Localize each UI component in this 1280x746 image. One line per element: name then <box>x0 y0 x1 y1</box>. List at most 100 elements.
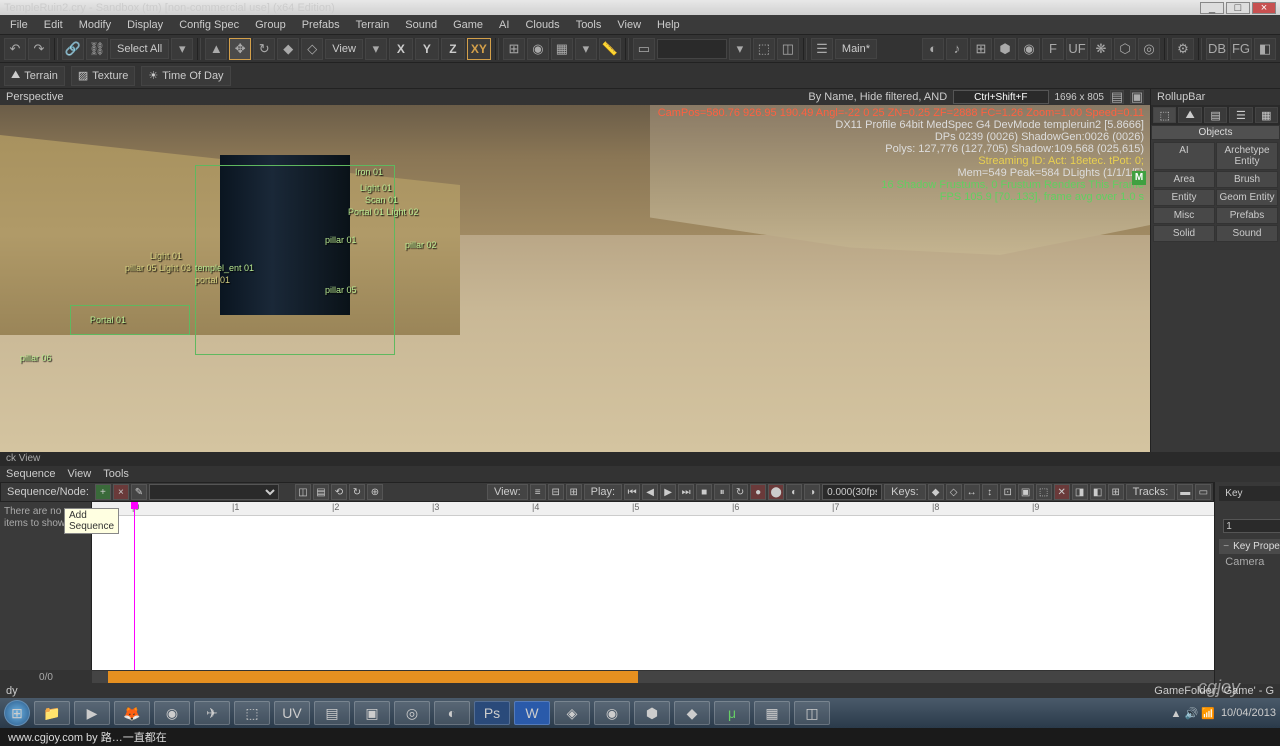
rollup-tab-5[interactable]: ▦ <box>1255 107 1278 123</box>
dropdown-icon[interactable]: ▾ <box>171 38 193 60</box>
tv-t2-icon[interactable]: ▤ <box>313 484 329 500</box>
tv-k11-icon[interactable]: ⊞ <box>1108 484 1124 500</box>
rollup-btn-misc[interactable]: Misc <box>1153 207 1215 224</box>
tool-6-icon[interactable]: ❋ <box>1090 38 1112 60</box>
ruler-icon[interactable]: 📏 <box>599 38 621 60</box>
axis-y[interactable]: Y <box>415 38 439 60</box>
axis-z[interactable]: Z <box>441 38 465 60</box>
tv-pause-icon[interactable]: ⏸ <box>714 484 730 500</box>
vp-opt2-icon[interactable]: ▣ <box>1130 90 1144 104</box>
link-icon[interactable]: 🔗 <box>62 38 84 60</box>
snap-angle-icon[interactable]: ◉ <box>527 38 549 60</box>
tv-tree[interactable]: There are no items to show. Add Sequence <box>0 502 92 670</box>
layers-icon[interactable]: ☰ <box>811 38 833 60</box>
tv-prev-icon[interactable]: ◀ <box>642 484 658 500</box>
firefox-icon[interactable]: 🦊 <box>114 701 150 725</box>
app-1-icon[interactable]: ◉ <box>154 701 190 725</box>
tv-tr1-icon[interactable]: ▬ <box>1177 484 1193 500</box>
snap-grid-icon[interactable]: ⊞ <box>503 38 525 60</box>
menu-sound[interactable]: Sound <box>397 17 445 33</box>
tod-button[interactable]: ☀Time Of Day <box>141 66 230 86</box>
app-5-icon[interactable]: ▤ <box>314 701 350 725</box>
tv-menu-tools[interactable]: Tools <box>103 468 129 480</box>
tool-1-icon[interactable]: ◐ <box>922 38 944 60</box>
tool-9-icon[interactable]: ⚙ <box>1172 38 1194 60</box>
axis-x[interactable]: X <box>389 38 413 60</box>
redo-icon[interactable]: ↷ <box>28 38 50 60</box>
time-input-1[interactable] <box>1223 519 1280 533</box>
select-all-button[interactable]: Select All <box>110 39 169 59</box>
tv-scrollbar[interactable] <box>92 671 1214 683</box>
app-4-icon[interactable]: UV <box>274 701 310 725</box>
tv-tr2-icon[interactable]: ▭ <box>1195 484 1211 500</box>
app-8-icon[interactable]: ◉ <box>594 701 630 725</box>
tv-add-seq-icon[interactable]: + <box>95 484 111 500</box>
ai-icon[interactable]: ◫ <box>777 38 799 60</box>
word-icon[interactable]: W <box>514 701 550 725</box>
tv-seq-select[interactable] <box>149 484 279 500</box>
key-props-header[interactable]: Key Properties <box>1219 539 1280 554</box>
app-10-icon[interactable]: ◆ <box>674 701 710 725</box>
tv-k8-icon[interactable]: ✕ <box>1054 484 1070 500</box>
rollup-btn-geom[interactable]: Geom Entity <box>1216 189 1278 206</box>
tv-next-icon[interactable]: ⏭ <box>678 484 694 500</box>
tv-v1-icon[interactable]: ≡ <box>530 484 546 500</box>
tv-v2-icon[interactable]: ⊟ <box>548 484 564 500</box>
tv-menu-view[interactable]: View <box>68 468 92 480</box>
undo-icon[interactable]: ↶ <box>4 38 26 60</box>
chrome-icon[interactable]: ◎ <box>394 701 430 725</box>
tv-k4-icon[interactable]: ↕ <box>982 484 998 500</box>
menu-group[interactable]: Group <box>247 17 294 33</box>
app-11-icon[interactable]: ▦ <box>754 701 790 725</box>
menu-edit[interactable]: Edit <box>36 17 71 33</box>
rollup-tab-3[interactable]: ▤ <box>1204 107 1227 123</box>
unity-icon[interactable]: ◈ <box>554 701 590 725</box>
terrain-button[interactable]: ⛰Terrain <box>4 66 65 86</box>
menu-game[interactable]: Game <box>445 17 491 33</box>
tv-b2-icon[interactable]: ◑ <box>804 484 820 500</box>
rollup-btn-area[interactable]: Area <box>1153 171 1215 188</box>
menu-modify[interactable]: Modify <box>71 17 119 33</box>
menu-prefabs[interactable]: Prefabs <box>294 17 348 33</box>
menu-terrain[interactable]: Terrain <box>348 17 398 33</box>
tv-t3-icon[interactable]: ⟲ <box>331 484 347 500</box>
tv-rec-icon[interactable]: ● <box>750 484 766 500</box>
app-3-icon[interactable]: ⬚ <box>234 701 270 725</box>
rollup-btn-solid[interactable]: Solid <box>1153 225 1215 242</box>
rollup-btn-entity[interactable]: Entity <box>1153 189 1215 206</box>
tv-timeline[interactable]: |0 |1 |2 |3 |4 |5 |6 |7 |8 |9 <box>92 502 1214 670</box>
physics-icon[interactable]: ⬚ <box>753 38 775 60</box>
tv-stop-icon[interactable]: ■ <box>696 484 712 500</box>
app-7-icon[interactable]: ◐ <box>434 701 470 725</box>
tv-t4-icon[interactable]: ↻ <box>349 484 365 500</box>
system-tray[interactable]: ▲ 🔊 📶 10/04/2013 <box>1171 707 1276 720</box>
menu-display[interactable]: Display <box>119 17 171 33</box>
tv-k6-icon[interactable]: ▣ <box>1018 484 1034 500</box>
rollup-btn-brush[interactable]: Brush <box>1216 171 1278 188</box>
minimize-button[interactable]: _ <box>1200 2 1224 14</box>
viewport[interactable]: Perspective By Name, Hide filtered, AND … <box>0 89 1150 452</box>
sim-dropdown-icon[interactable]: ▾ <box>729 38 751 60</box>
app-9-icon[interactable]: ⬢ <box>634 701 670 725</box>
tv-cursor[interactable] <box>134 502 135 670</box>
tv-k1-icon[interactable]: ◆ <box>928 484 944 500</box>
axis-xy[interactable]: XY <box>467 38 491 60</box>
tv-t1-icon[interactable]: ◫ <box>295 484 311 500</box>
tv-play-icon[interactable]: ▶ <box>660 484 676 500</box>
rollup-btn-sound[interactable]: Sound <box>1216 225 1278 242</box>
photoshop-icon[interactable]: Ps <box>474 701 510 725</box>
rotate-icon[interactable]: ↻ <box>253 38 275 60</box>
rollup-tab-1[interactable]: ⬚ <box>1153 107 1176 123</box>
tv-fps-input[interactable] <box>822 484 882 500</box>
snap-dropdown-icon[interactable]: ▾ <box>575 38 597 60</box>
tv-k9-icon[interactable]: ◨ <box>1072 484 1088 500</box>
menu-view[interactable]: View <box>609 17 649 33</box>
texture-button[interactable]: ▨Texture <box>71 66 135 86</box>
fg-button[interactable]: FG <box>1230 38 1252 60</box>
menu-help[interactable]: Help <box>649 17 688 33</box>
tv-loop-icon[interactable]: ↻ <box>732 484 748 500</box>
tv-menu-sequence[interactable]: Sequence <box>6 468 56 480</box>
tool-f-icon[interactable]: F <box>1042 38 1064 60</box>
tv-del-seq-icon[interactable]: × <box>113 484 129 500</box>
layer-name[interactable]: Main* <box>835 39 877 59</box>
